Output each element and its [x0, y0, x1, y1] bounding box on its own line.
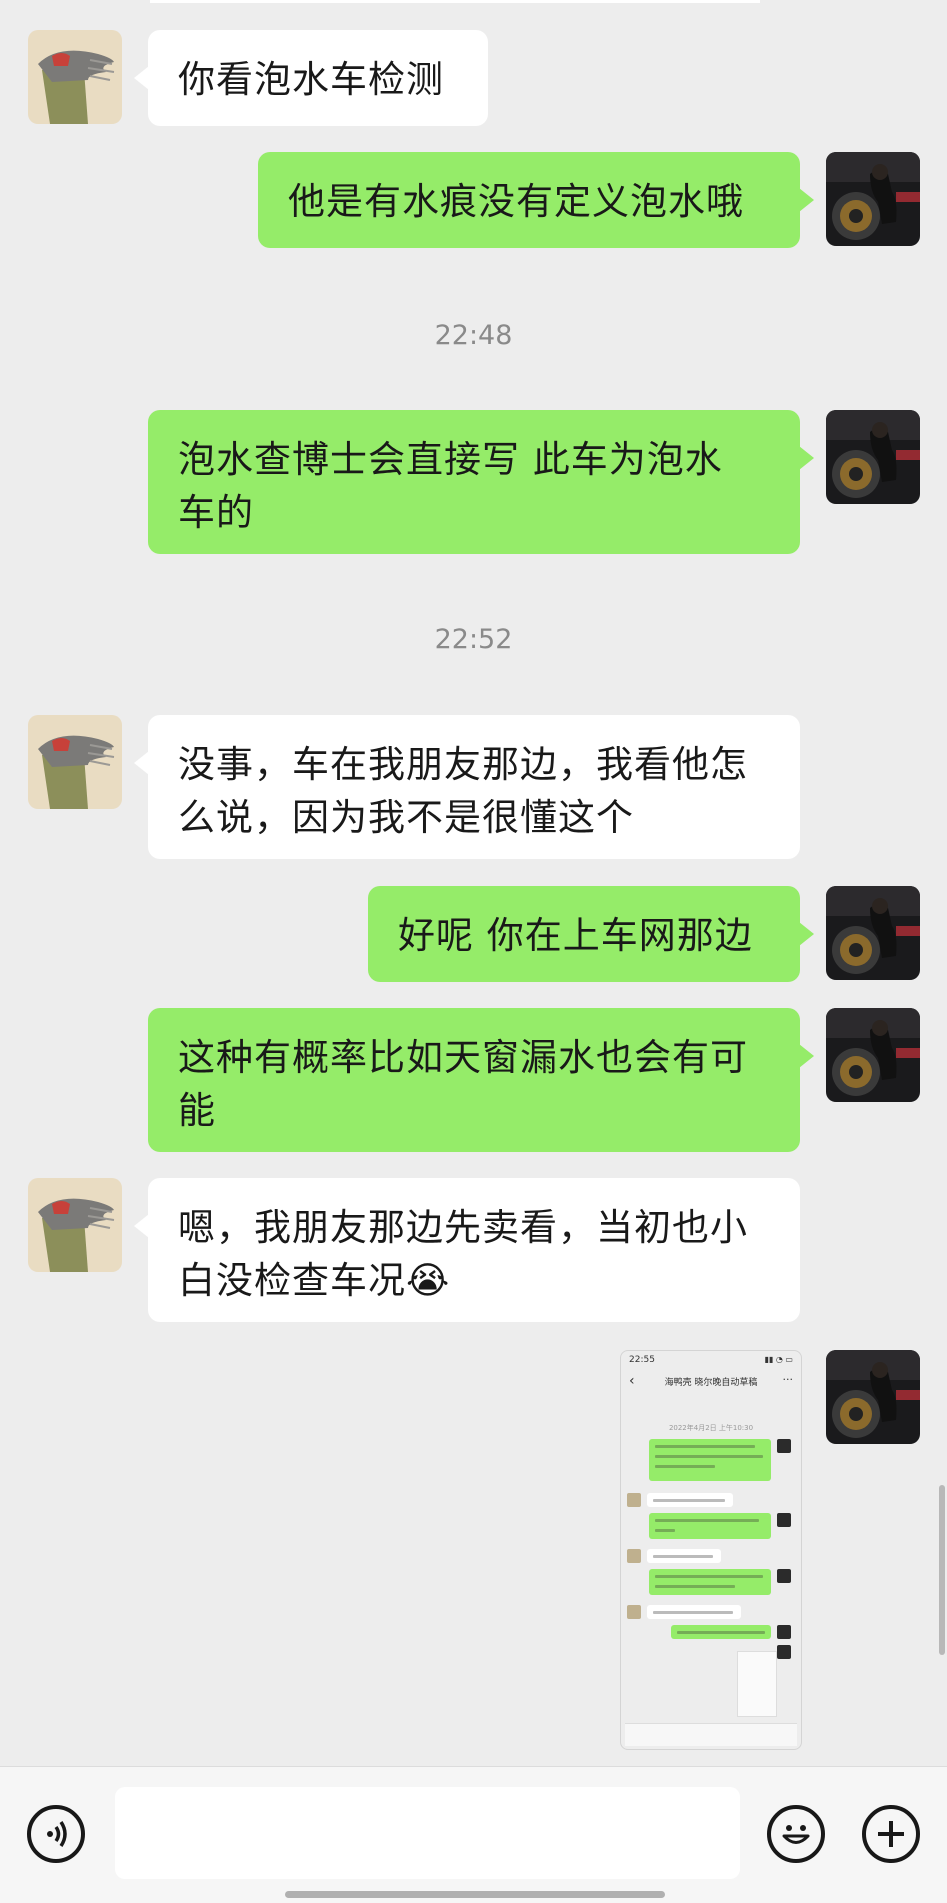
crying-emoji-icon: 😭	[406, 1259, 451, 1302]
self-avatar[interactable]	[826, 886, 920, 980]
thumb-more-icon: ···	[782, 1373, 794, 1386]
message-text: 他是有水痕没有定义泡水哦	[288, 180, 744, 223]
self-avatar[interactable]	[826, 1008, 920, 1102]
timestamp: 22:48	[434, 320, 513, 351]
plus-icon	[878, 1821, 904, 1847]
message-bubble-incoming[interactable]: 嗯，我朋友那边先卖看，当初也小 白没检查车况😭	[134, 1178, 800, 1322]
thumb-text-line	[655, 1519, 759, 1522]
self-avatar[interactable]	[826, 1350, 920, 1444]
message-text: 你看泡水车检测	[178, 58, 444, 101]
thumb-date: 2022年4月2日 上午10:30	[668, 1424, 754, 1432]
voice-button[interactable]	[27, 1805, 85, 1863]
message-input[interactable]	[115, 1787, 740, 1879]
thumb-bubble	[649, 1513, 771, 1539]
thumb-input-bar	[625, 1723, 797, 1746]
thumb-text-line	[655, 1465, 715, 1468]
message-text-line: 么说，因为我不是很懂这个	[178, 796, 634, 839]
thumb-text-line	[677, 1631, 765, 1634]
previous-bubble-edge	[150, 0, 760, 3]
thumb-text-line	[655, 1529, 675, 1532]
contact-avatar[interactable]	[28, 30, 122, 124]
thumb-text-line	[653, 1611, 733, 1614]
self-avatar[interactable]	[826, 410, 920, 504]
thumb-title: 海鸭壳 晓尔晚自动草稿	[664, 1378, 758, 1388]
thumb-text-line	[655, 1445, 755, 1448]
timestamp: 22:52	[434, 624, 513, 655]
thumb-avatar	[777, 1513, 791, 1527]
home-indicator[interactable]	[285, 1891, 665, 1898]
message-bubble-incoming[interactable]: 你看泡水车检测	[134, 30, 488, 126]
thumb-text-line	[655, 1585, 735, 1588]
contact-avatar[interactable]	[28, 1178, 122, 1272]
thumb-text-line	[653, 1499, 725, 1502]
message-text: 白没检查车况	[178, 1259, 406, 1302]
message-text-line: 白没检查车况😭	[178, 1254, 770, 1307]
message-text-line: 这种有概率比如天窗漏水也会有可	[178, 1036, 748, 1079]
input-bar	[0, 1766, 947, 1903]
chat-area: 你看泡水车检测 他是有水痕没有定义泡水哦 22:48 泡水查博士会直接写 此车为…	[0, 0, 947, 1766]
thumb-status-icons: ▮▮ ◔ ▭	[764, 1355, 793, 1364]
self-avatar[interactable]	[826, 152, 920, 246]
message-text-line: 车的	[178, 491, 254, 534]
thumb-status-time: 22:55	[629, 1355, 655, 1365]
thumb-avatar	[777, 1625, 791, 1639]
scrollbar[interactable]	[939, 1485, 945, 1655]
voice-icon	[47, 1821, 67, 1847]
thumb-avatar	[627, 1605, 641, 1619]
thumb-avatar	[777, 1645, 791, 1659]
thumb-avatar	[627, 1549, 641, 1563]
contact-avatar[interactable]	[28, 715, 122, 809]
message-bubble-outgoing[interactable]: 这种有概率比如天窗漏水也会有可 能	[148, 1008, 814, 1152]
thumb-avatar	[777, 1569, 791, 1583]
thumb-text-line	[655, 1455, 763, 1458]
thumb-avatar	[777, 1439, 791, 1453]
message-text-line: 泡水查博士会直接写 此车为泡水	[178, 438, 723, 481]
thumb-document-image	[737, 1651, 777, 1717]
message-text-line: 能	[178, 1089, 216, 1132]
emoji-icon	[782, 1825, 810, 1844]
message-bubble-incoming[interactable]: 没事，车在我朋友那边，我看他怎 么说，因为我不是很懂这个	[134, 715, 800, 859]
message-text-line: 没事，车在我朋友那边，我看他怎	[178, 743, 748, 786]
image-message-screenshot[interactable]: 22:55 ▮▮ ◔ ▭ ‹ 海鸭壳 晓尔晚自动草稿 ··· 2022年4月2日…	[620, 1350, 802, 1750]
message-bubble-outgoing[interactable]: 他是有水痕没有定义泡水哦	[258, 152, 814, 248]
more-button[interactable]	[862, 1805, 920, 1863]
thumb-avatar	[627, 1493, 641, 1507]
message-text: 好呢 你在上车网那边	[398, 914, 753, 957]
thumb-text-line	[655, 1575, 763, 1578]
thumb-text-line	[653, 1555, 713, 1558]
thumb-bubble	[649, 1569, 771, 1595]
emoji-button[interactable]	[767, 1805, 825, 1863]
message-bubble-outgoing[interactable]: 泡水查博士会直接写 此车为泡水 车的	[148, 410, 814, 554]
message-bubble-outgoing[interactable]: 好呢 你在上车网那边	[368, 886, 814, 982]
message-text-line: 嗯，我朋友那边先卖看，当初也小	[178, 1206, 748, 1249]
